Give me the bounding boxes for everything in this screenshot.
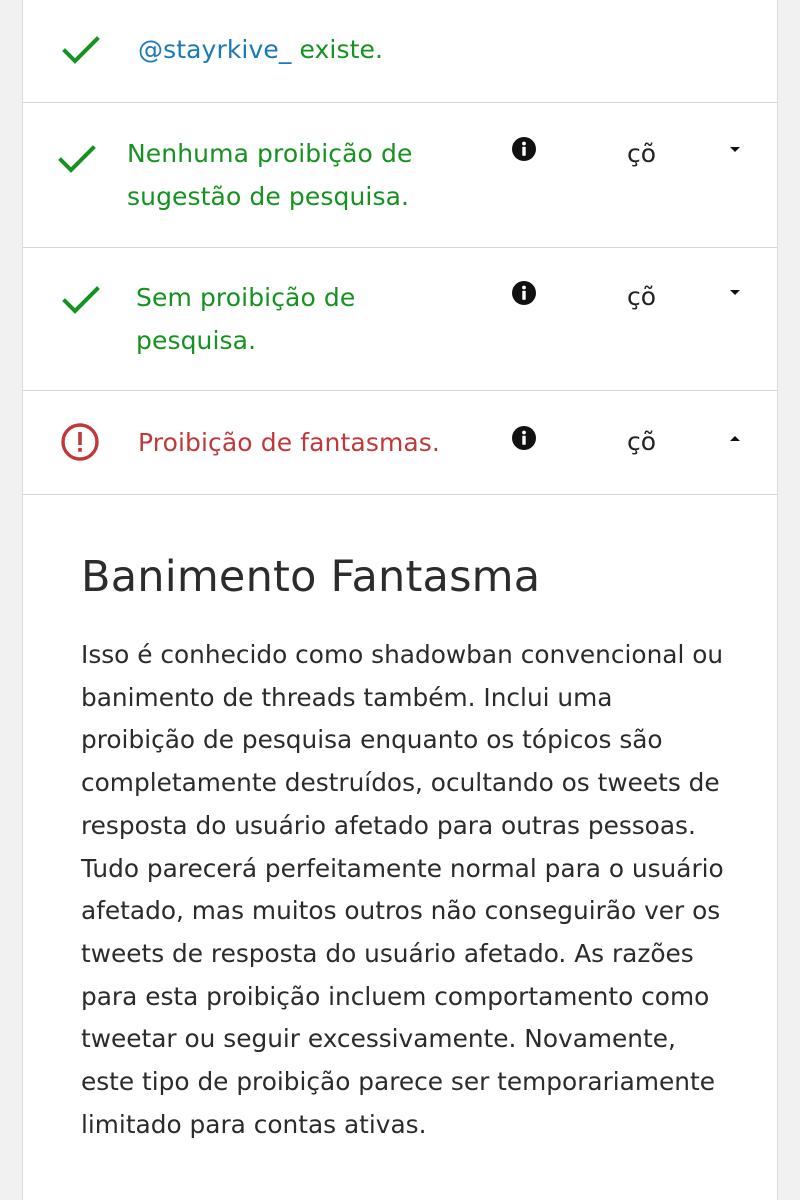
info-icon[interactable] [511, 425, 537, 451]
detail-body: Isso é conhecido como shadowban convenci… [81, 640, 724, 1139]
exists-label: existe. [291, 35, 384, 64]
check-text-line: Proibição de fantasmas. [138, 428, 440, 457]
exclamation-circle-icon [60, 422, 100, 462]
caret-down-icon[interactable] [727, 288, 743, 298]
info-icon[interactable] [511, 280, 537, 306]
check-text-line: Sem proibição de [136, 283, 356, 312]
check-text-line: sugestão de pesquisa. [127, 182, 410, 211]
aux-label: çõ [627, 427, 657, 456]
check-row-exists: @stayrkive_ existe. [23, 0, 777, 103]
check-text-ghost-ban: Proibição de fantasmas. [138, 421, 440, 464]
caret-up-icon[interactable] [727, 433, 743, 443]
check-text-search-ban: Sem proibição de pesquisa. [136, 276, 355, 362]
shadowban-results-card: @stayrkive_ existe. Nenhuma proibição de… [22, 0, 778, 1200]
check-row-search-suggestion-ban[interactable]: Nenhuma proibição de sugestão de pesquis… [23, 103, 777, 248]
check-row-search-ban[interactable]: Sem proibição de pesquisa. çõ [23, 248, 777, 391]
aux-label: çõ [627, 282, 657, 311]
check-text-exists: @stayrkive_ existe. [138, 28, 383, 71]
detail-title: Banimento Fantasma [81, 552, 541, 602]
aux-label: çõ [627, 139, 657, 168]
checkmark-icon [57, 139, 97, 179]
username-handle: @stayrkive_ [138, 35, 292, 64]
checkmark-icon [61, 30, 101, 70]
check-row-ghost-ban[interactable]: Proibição de fantasmas. çõ [23, 391, 777, 495]
check-text-line: Nenhuma proibição de [127, 139, 413, 168]
info-icon[interactable] [511, 136, 537, 162]
check-text-search-suggestion-ban: Nenhuma proibição de sugestão de pesquis… [127, 132, 412, 218]
checkmark-icon [61, 280, 101, 320]
check-text-line: pesquisa. [136, 326, 257, 355]
caret-down-icon[interactable] [727, 145, 743, 155]
